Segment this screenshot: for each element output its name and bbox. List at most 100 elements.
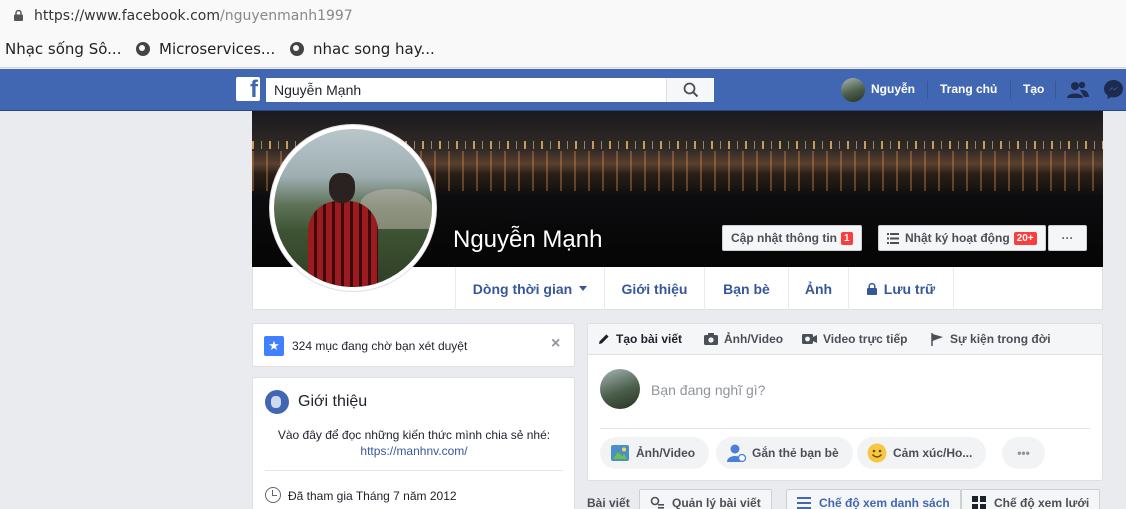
tag-friends-icon: [727, 444, 746, 463]
nav-home-link[interactable]: Trang chủ: [940, 82, 997, 96]
messenger-icon[interactable]: [1103, 79, 1124, 100]
intro-bio-text: Vào đây để đọc những kiến thức mình chia…: [277, 428, 551, 442]
nav-divider: [927, 81, 928, 99]
video-camera-icon: [802, 334, 817, 344]
url-host: https://www.facebook.com: [34, 8, 220, 24]
bookmark-label: Microservices...: [159, 40, 276, 58]
intro-card: Giới thiệu Vào đây để đọc những kiến thứ…: [252, 377, 575, 509]
tab-timeline[interactable]: Dòng thời gian: [455, 267, 604, 310]
user-avatar[interactable]: [841, 78, 865, 102]
tab-create-post-label: Tạo bài viết: [616, 332, 683, 346]
facebook-logo[interactable]: f: [236, 76, 260, 103]
facebook-logo-letter: f: [250, 76, 258, 103]
tag-friends-label: Gắn thẻ bạn bè: [752, 446, 839, 460]
camera-icon: [704, 333, 718, 345]
globe-icon: [265, 390, 289, 414]
manage-posts-button[interactable]: Quản lý bài viết: [639, 489, 772, 509]
intro-link[interactable]: https://manhnv.com/: [253, 443, 575, 459]
bookmark-label: Nhạc sống Sô...: [5, 40, 122, 58]
review-text[interactable]: 324 mục đang chờ bạn xét duyệt: [292, 339, 467, 353]
smiley-icon: [867, 443, 887, 463]
bookmark-item[interactable]: nhac song hay...: [290, 40, 435, 58]
photo-person-head: [329, 173, 355, 203]
list-view-button[interactable]: Chế độ xem danh sách: [786, 489, 961, 509]
grid-view-button[interactable]: Chế độ xem lưới: [961, 489, 1101, 509]
tab-photo-video[interactable]: Ảnh/Video: [704, 332, 783, 346]
profile-name[interactable]: Nguyễn Mạnh: [453, 226, 602, 254]
tab-archive-label: Lưu trữ: [883, 280, 936, 297]
tab-about-label: Giới thiệu: [621, 280, 688, 297]
search-icon: [683, 82, 699, 98]
update-info-badge: 1: [840, 231, 853, 245]
search-button[interactable]: [666, 78, 714, 102]
intro-bio: Vào đây để đọc những kiến thức mình chia…: [253, 427, 575, 459]
composer-divider: [600, 428, 1090, 429]
tab-life-event-label: Sự kiện trong đời: [950, 332, 1051, 346]
feeling-activity-button[interactable]: Cảm xúc/Ho...: [857, 437, 987, 469]
grid-view-icon: [972, 496, 986, 509]
tab-photos[interactable]: Ảnh: [788, 267, 848, 310]
url-text[interactable]: https://www.facebook.com/nguyenmanh1997: [34, 8, 353, 24]
review-notice: ★ 324 mục đang chờ bạn xét duyệt ×: [252, 323, 575, 367]
lock-icon: [14, 10, 23, 21]
tab-about[interactable]: Giới thiệu: [604, 267, 704, 310]
star-icon: ★: [264, 336, 284, 356]
tab-create-post[interactable]: Tạo bài viết: [598, 332, 682, 346]
nav-create-link[interactable]: Tạo: [1023, 82, 1044, 96]
search-box: [266, 78, 714, 102]
bookmark-item[interactable]: Microservices...: [136, 40, 275, 58]
tab-archive[interactable]: Lưu trữ: [848, 267, 954, 310]
profile-photo: [274, 129, 432, 287]
bookmark-item[interactable]: Nhạc sống Sô...: [5, 40, 121, 58]
bookmark-label: nhac song hay...: [313, 40, 435, 58]
caret-down-icon: [579, 286, 588, 291]
close-icon[interactable]: ×: [551, 335, 560, 353]
list-icon: [887, 232, 899, 244]
tab-life-event[interactable]: Sự kiện trong đời: [931, 332, 1051, 346]
nav-divider: [1010, 81, 1011, 99]
list-view-icon: [797, 497, 811, 509]
nav-profile-link[interactable]: Nguyễn: [871, 82, 915, 96]
more-options-button[interactable]: ···: [1048, 225, 1087, 251]
tab-friends[interactable]: Bạn bè: [704, 267, 788, 310]
address-bar[interactable]: https://www.facebook.com/nguyenmanh1997: [0, 0, 1126, 34]
intro-divider: [265, 470, 563, 471]
tab-photo-video-label: Ảnh/Video: [724, 332, 784, 346]
activity-log-label: Nhật ký hoạt động: [905, 231, 1010, 245]
photo-video-label: Ảnh/Video: [636, 446, 696, 460]
tag-friends-button[interactable]: Gắn thẻ bạn bè: [716, 437, 853, 469]
composer-tabs: Tạo bài viết Ảnh/Video Video trực tiếp S…: [588, 324, 1102, 355]
joined-date: Đã tham gia Tháng 7 năm 2012: [288, 489, 457, 503]
nav-divider: [1055, 81, 1056, 99]
list-view-label: Chế độ xem danh sách: [819, 496, 950, 509]
facebook-header: f Nguyễn Trang chủ Tạo: [0, 69, 1126, 111]
manage-posts-label: Quản lý bài viết: [672, 496, 761, 509]
feeling-activity-label: Cảm xúc/Ho...: [893, 446, 973, 460]
tab-live-video-label: Video trực tiếp: [823, 332, 908, 346]
tab-photos-label: Ảnh: [804, 280, 833, 297]
more-actions-button[interactable]: •••: [1002, 437, 1045, 469]
globe-icon: [290, 42, 304, 56]
activity-log-button[interactable]: Nhật ký hoạt động 20+: [878, 225, 1046, 251]
globe-icon: [136, 42, 150, 56]
intro-title: Giới thiệu: [298, 393, 368, 410]
update-info-button[interactable]: Cập nhật thông tin 1: [722, 225, 862, 251]
pencil-icon: [599, 334, 609, 344]
composer-avatar: [600, 369, 640, 409]
clock-icon: [265, 487, 281, 503]
profile-picture[interactable]: [269, 124, 437, 292]
search-input[interactable]: [266, 78, 666, 102]
url-path: /nguyenmanh1997: [220, 8, 353, 24]
tab-live-video[interactable]: Video trực tiếp: [802, 332, 908, 346]
flag-icon: [931, 332, 943, 346]
tab-timeline-label: Dòng thời gian: [472, 280, 573, 297]
photo-icon: [611, 445, 629, 461]
composer-input[interactable]: Bạn đang nghĩ gì?: [651, 382, 765, 398]
bookmarks-bar: Nhạc sống Sô... Microservices... nhac so…: [0, 34, 1126, 68]
update-info-label: Cập nhật thông tin: [731, 231, 837, 245]
tab-friends-label: Bạn bè: [723, 280, 770, 297]
gear-list-icon: [650, 496, 664, 509]
photo-video-button[interactable]: Ảnh/Video: [600, 437, 710, 469]
friend-requests-icon[interactable]: [1067, 80, 1089, 100]
post-composer: Tạo bài viết Ảnh/Video Video trực tiếp S…: [587, 323, 1103, 481]
